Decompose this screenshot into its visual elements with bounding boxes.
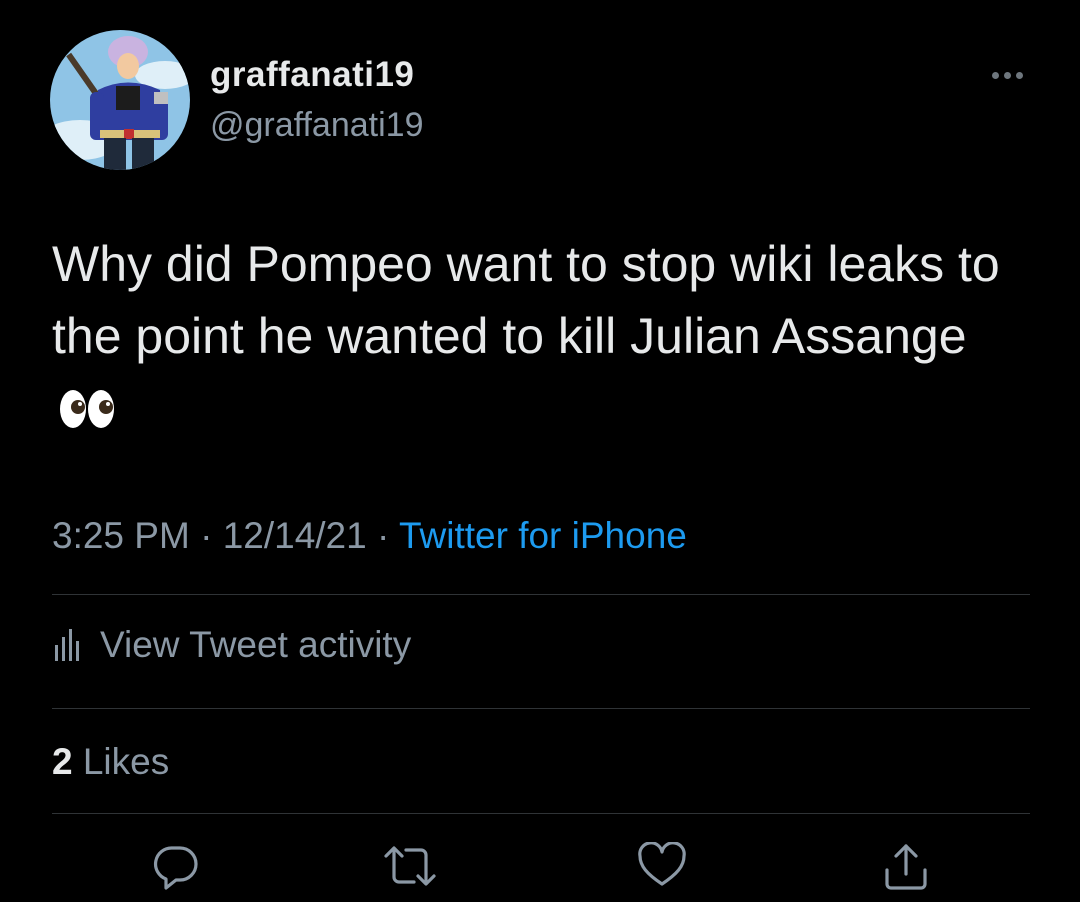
retweet-button[interactable] xyxy=(382,842,438,898)
more-icon xyxy=(991,71,999,79)
view-tweet-activity-button[interactable]: View Tweet activity xyxy=(52,624,411,666)
likes-label: Likes xyxy=(82,741,170,782)
bar-chart-icon xyxy=(55,629,79,661)
tweet-body: Why did Pompeo want to stop wiki leaks t… xyxy=(52,236,1000,364)
tweet-source-link[interactable]: Twitter for iPhone xyxy=(399,515,687,556)
tweet-text: Why did Pompeo want to stop wiki leaks t… xyxy=(52,228,1002,450)
divider xyxy=(52,813,1030,814)
like-icon xyxy=(638,842,686,886)
meta-separator: · xyxy=(377,515,390,556)
share-icon xyxy=(885,844,927,890)
meta-separator: · xyxy=(200,515,213,556)
more-button[interactable] xyxy=(985,60,1029,90)
retweet-icon xyxy=(384,846,436,886)
divider xyxy=(52,594,1030,595)
like-button[interactable] xyxy=(634,842,690,898)
tweet-meta: 3:25 PM · 12/14/21 · Twitter for iPhone xyxy=(52,515,687,557)
reply-icon xyxy=(153,846,198,890)
reply-button[interactable] xyxy=(148,842,204,898)
likes-count: 2 xyxy=(52,741,73,782)
display-name[interactable]: graffanati19 xyxy=(210,55,414,95)
avatar[interactable] xyxy=(50,30,190,170)
avatar-icon xyxy=(50,30,190,170)
likes-summary[interactable]: 2 Likes xyxy=(52,741,169,783)
divider xyxy=(52,708,1030,709)
share-button[interactable] xyxy=(878,842,934,898)
username-handle[interactable]: @graffanati19 xyxy=(210,106,423,145)
tweet-date: 12/14/21 xyxy=(222,515,367,556)
eyes-emoji-icon xyxy=(58,378,116,450)
tweet-time: 3:25 PM xyxy=(52,515,190,556)
view-tweet-activity-label: View Tweet activity xyxy=(100,624,412,665)
